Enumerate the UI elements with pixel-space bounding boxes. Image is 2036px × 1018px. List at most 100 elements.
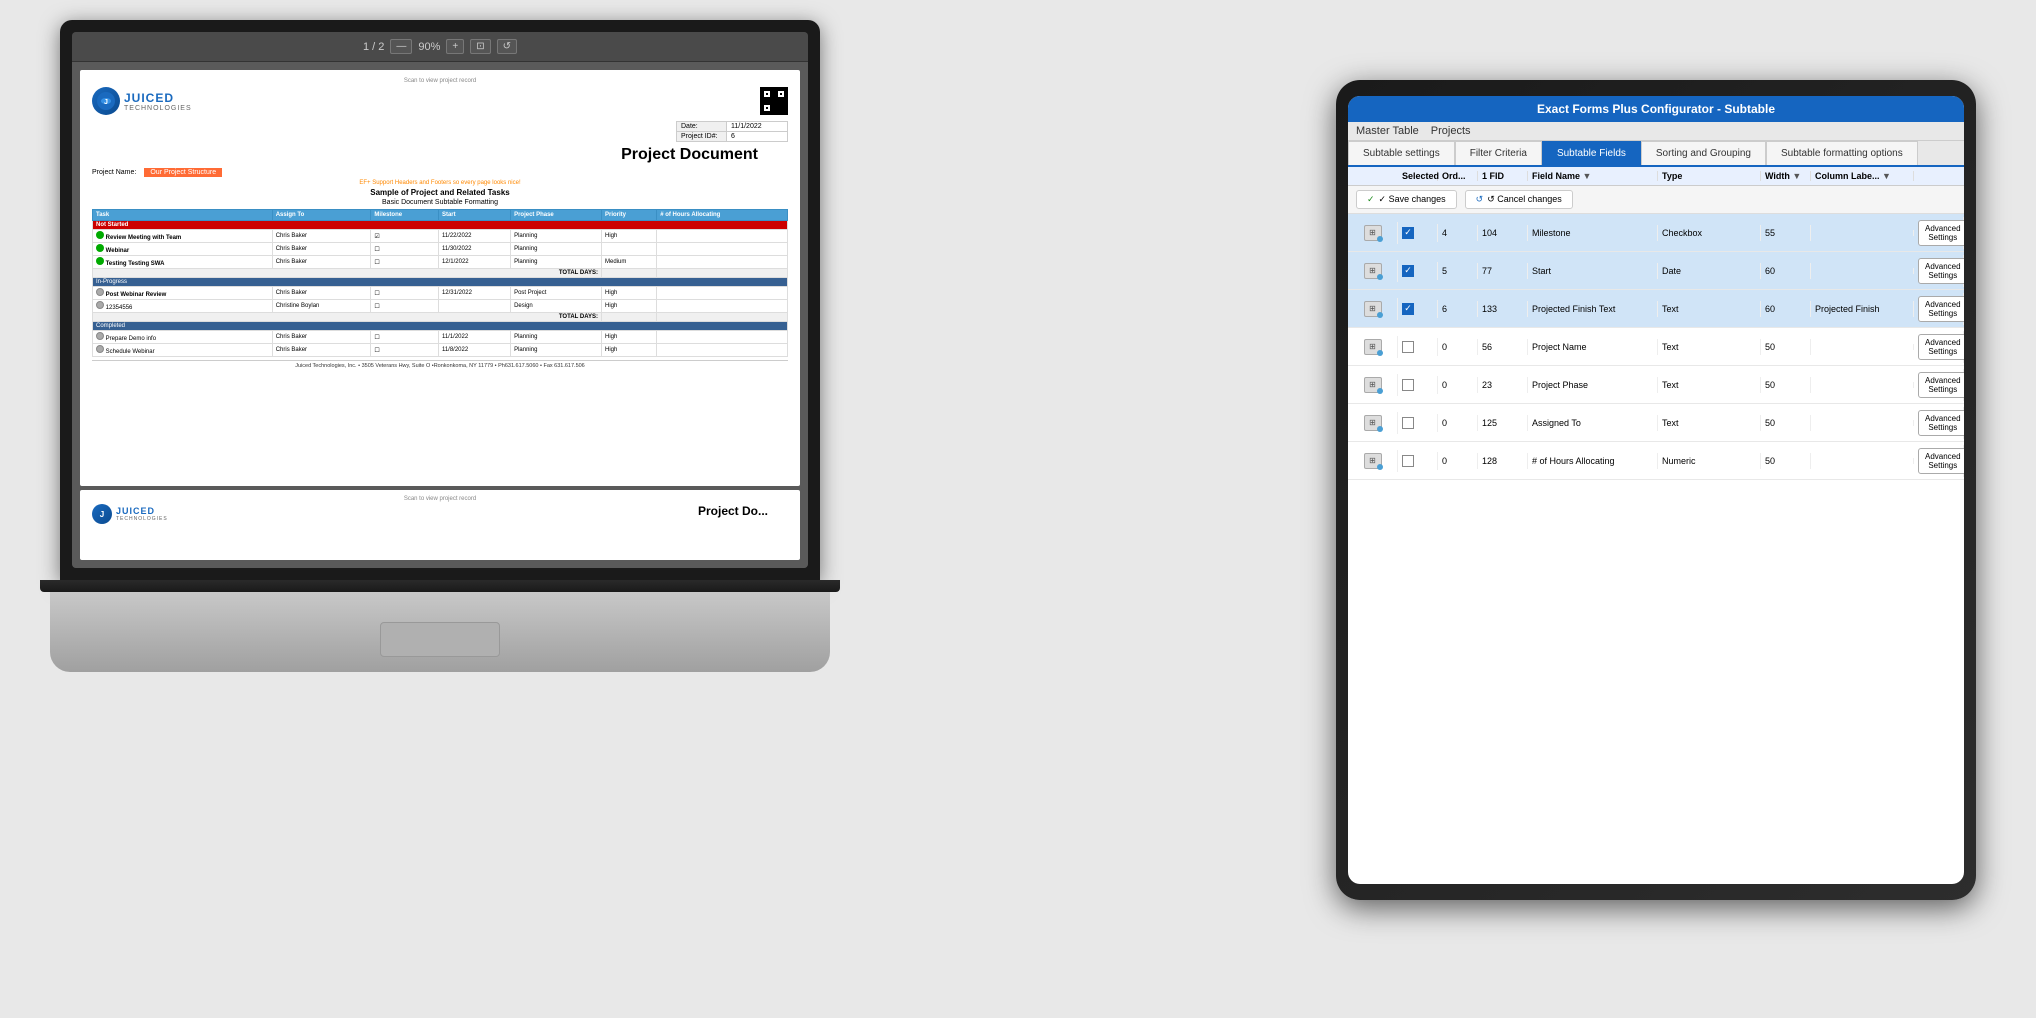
cell-ord-start: 5: [1438, 263, 1478, 279]
zoom-in-button[interactable]: +: [446, 39, 464, 54]
checkbox-start[interactable]: [1402, 265, 1414, 277]
menu-master-table[interactable]: Master Table: [1356, 125, 1419, 137]
date-value: 11/1/2022: [727, 122, 787, 131]
checkbox-assigned[interactable]: [1402, 417, 1414, 429]
checkbox-hours[interactable]: [1402, 455, 1414, 467]
col-header-collabel: Column Labe... ▼: [1811, 171, 1914, 181]
section-not-started: Not Started: [93, 221, 788, 230]
col-assign: Assign To: [272, 210, 371, 221]
table-row: Post Webinar Review Chris Baker ☐ 12/31/…: [93, 287, 788, 300]
checkbox-projected[interactable]: [1402, 303, 1414, 315]
tab-formatting-options[interactable]: Subtable formatting options: [1766, 141, 1918, 165]
tab-subtable-settings[interactable]: Subtable settings: [1348, 141, 1455, 165]
menu-projects[interactable]: Projects: [1431, 125, 1471, 137]
cancel-changes-button[interactable]: ↺ ↺ Cancel changes: [1465, 190, 1573, 209]
doc-subtitle1: Sample of Project and Related Tasks: [92, 188, 788, 197]
doc-subtitle2: Basic Document Subtable Formatting: [92, 199, 788, 206]
checkbox-pname[interactable]: [1402, 341, 1414, 353]
cfg-row-projected-finish: ⊞ 6 133 Projected Finish Text Text 60 Pr…: [1348, 290, 1964, 328]
cell-type-assigned: Text: [1658, 415, 1761, 431]
cfg-row-project-name: ⊞ 0 56 Project Name Text 50 AdvancedSett…: [1348, 328, 1964, 366]
advanced-settings-button-milestone[interactable]: AdvancedSettings: [1918, 220, 1964, 246]
cell-selected-pname: [1398, 338, 1438, 356]
advanced-settings-button-start[interactable]: AdvancedSettings: [1918, 258, 1964, 284]
cell-advanced-hours: AdvancedSettings: [1914, 445, 1964, 477]
row-icon-pname: ⊞: [1348, 336, 1398, 358]
doc-info-box: Date: 11/1/2022 Project ID#: 6: [676, 121, 788, 142]
page-info: 1 / 2: [363, 41, 384, 53]
row-drag-icon[interactable]: ⊞: [1364, 339, 1382, 355]
section-completed: Completed: [93, 322, 788, 331]
checkbox-pphase[interactable]: [1402, 379, 1414, 391]
advanced-settings-button-pname[interactable]: AdvancedSettings: [1918, 334, 1964, 360]
row-icon-start: ⊞: [1348, 260, 1398, 282]
laptop-toolbar: 1 / 2 — 90% + ⊡ ↺: [72, 32, 808, 62]
row-drag-icon[interactable]: ⊞: [1364, 301, 1382, 317]
cell-collabel-assigned: [1811, 420, 1914, 426]
cfg-row-start: ⊞ 5 77 Start Date 60 AdvancedSettings: [1348, 252, 1964, 290]
save-changes-button[interactable]: ✓ ✓ Save changes: [1356, 190, 1457, 209]
cell-collabel-pphase: [1811, 382, 1914, 388]
advanced-settings-button-pphase[interactable]: AdvancedSettings: [1918, 372, 1964, 398]
cell-advanced-milestone: AdvancedSettings: [1914, 217, 1964, 249]
laptop-document-area: Scan to view project record J: [72, 62, 808, 568]
row-drag-icon[interactable]: ⊞: [1364, 453, 1382, 469]
doc-footer: Juiced Technologies, Inc. • 3505 Veteran…: [92, 360, 788, 369]
project-name-label: Project Name:: [92, 169, 136, 176]
cell-fid-pphase: 23: [1478, 377, 1528, 393]
col-priority: Priority: [602, 210, 657, 221]
checkbox-milestone[interactable]: [1402, 227, 1414, 239]
tab-sorting-grouping[interactable]: Sorting and Grouping: [1641, 141, 1766, 165]
date-label: Date:: [677, 122, 727, 131]
cell-width-milestone: 55: [1761, 225, 1811, 241]
cell-width-pname: 50: [1761, 339, 1811, 355]
project-id-value: 6: [727, 132, 787, 141]
advanced-settings-button-hours[interactable]: AdvancedSettings: [1918, 448, 1964, 474]
cell-type-hours: Numeric: [1658, 453, 1761, 469]
col-task: Task: [93, 210, 273, 221]
cell-fieldname-pphase: Project Phase: [1528, 377, 1658, 393]
cell-fieldname-hours: # of Hours Allocating: [1528, 453, 1658, 469]
cfg-table-body: ⊞ 4 104 Milestone Checkbox 55 AdvancedSe…: [1348, 214, 1964, 884]
advanced-settings-button-assigned[interactable]: AdvancedSettings: [1918, 410, 1964, 436]
cell-ord-pphase: 0: [1438, 377, 1478, 393]
cell-fieldname-assigned: Assigned To: [1528, 415, 1658, 431]
cell-selected-milestone: [1398, 224, 1438, 242]
cell-advanced-projected: AdvancedSettings: [1914, 293, 1964, 325]
col-phase: Project Phase: [511, 210, 602, 221]
zoom-level: 90%: [418, 41, 440, 53]
table-row: Testing Testing SWA Chris Baker ☐ 12/1/2…: [93, 256, 788, 269]
zoom-out-button[interactable]: —: [390, 39, 412, 54]
row-icon-milestone: ⊞: [1348, 222, 1398, 244]
col-header-fieldname: Field Name ▼: [1528, 171, 1658, 181]
cfg-row-hours: ⊞ 0 128 # of Hours Allocating Numeric 50…: [1348, 442, 1964, 480]
row-drag-icon[interactable]: ⊞: [1364, 415, 1382, 431]
doc-scan-link: Scan to view project record: [92, 78, 788, 84]
laptop-screen: 1 / 2 — 90% + ⊡ ↺ Scan to view project r…: [72, 32, 808, 568]
cell-width-assigned: 50: [1761, 415, 1811, 431]
row-drag-icon[interactable]: ⊞: [1364, 225, 1382, 241]
row-drag-icon[interactable]: ⊞: [1364, 377, 1382, 393]
cell-selected-projected: [1398, 300, 1438, 318]
cell-type-pname: Text: [1658, 339, 1761, 355]
project-name-value: Our Project Structure: [144, 168, 222, 177]
cell-collabel-milestone: [1811, 230, 1914, 236]
cfg-row-milestone: ⊞ 4 104 Milestone Checkbox 55 AdvancedSe…: [1348, 214, 1964, 252]
cell-collabel-start: [1811, 268, 1914, 274]
fit-page-button[interactable]: ⊡: [470, 39, 490, 54]
cell-type-pphase: Text: [1658, 377, 1761, 393]
cell-selected-pphase: [1398, 376, 1438, 394]
row-drag-icon[interactable]: ⊞: [1364, 263, 1382, 279]
advanced-settings-button-projected[interactable]: AdvancedSettings: [1918, 296, 1964, 322]
save-label: ✓ Save changes: [1379, 194, 1446, 205]
cell-fieldname-start: Start: [1528, 263, 1658, 279]
table-row: Review Meeting with Team Chris Baker ☑ 1…: [93, 230, 788, 243]
cfg-table-header: Selected Ord... 1 FID Field Name ▼ Type …: [1348, 167, 1964, 186]
reload-button[interactable]: ↺: [497, 39, 517, 54]
tab-subtable-fields[interactable]: Subtable Fields: [1542, 141, 1641, 165]
col-start: Start: [438, 210, 510, 221]
cell-ord-assigned: 0: [1438, 415, 1478, 431]
total-row-inprogress: TOTAL DAYS:: [93, 313, 788, 322]
logo-subtitle: TECHNOLOGIES: [124, 105, 192, 112]
tab-filter-criteria[interactable]: Filter Criteria: [1455, 141, 1542, 165]
